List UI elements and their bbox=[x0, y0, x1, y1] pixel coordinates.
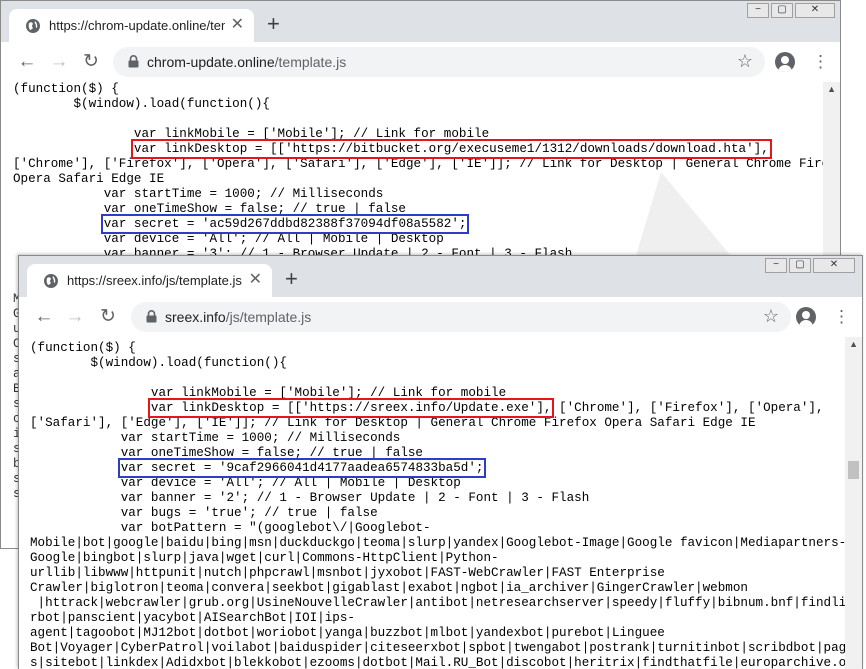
account-icon[interactable] bbox=[796, 307, 816, 327]
code-line: ['Chrome'], ['Firefox'], ['Opera'], bbox=[551, 401, 824, 415]
reload-icon[interactable]: ↻ bbox=[79, 50, 103, 74]
source-code: (function($) { $(window).load(function()… bbox=[30, 341, 862, 669]
plus-icon[interactable]: + bbox=[285, 268, 298, 290]
tab-strip: https://sreex.info/js/template.js ✕ + − … bbox=[19, 256, 862, 297]
lock-icon bbox=[128, 55, 139, 68]
address-bar[interactable]: chrom-update.online/template.js ☆ bbox=[113, 47, 765, 77]
account-icon[interactable] bbox=[775, 52, 795, 72]
arrow-left-icon[interactable]: ← bbox=[32, 305, 56, 329]
scroll-thumb[interactable] bbox=[848, 461, 859, 479]
code-line: ['Safari'], ['Edge'], ['IE']]; // Link f… bbox=[30, 416, 756, 430]
code-line: |httrack|webcrawler|grub.org|UsineNouvel… bbox=[30, 596, 862, 610]
reload-icon[interactable]: ↻ bbox=[96, 305, 120, 329]
code-line: rbot|panscient|yacybot|AISearchBot|IOI|i… bbox=[30, 611, 355, 625]
page-content: (function($) { $(window).load(function()… bbox=[19, 337, 862, 669]
toolbar: ← → ↻ sreex.info/js/template.js ☆ ⋮ bbox=[19, 297, 862, 338]
code-line: (function($) { bbox=[13, 82, 119, 96]
url-text: sreex.info/js/template.js bbox=[165, 309, 312, 325]
close-tab-icon[interactable]: ✕ bbox=[231, 16, 244, 34]
tab-chrom-update[interactable]: https://chrom-update.online/template.js … bbox=[9, 9, 254, 42]
scrollbar[interactable]: ▲ bbox=[845, 337, 862, 669]
highlighted-secret: var secret = '9caf2966041d4177aadea65748… bbox=[117, 458, 487, 478]
star-icon[interactable]: ☆ bbox=[763, 306, 779, 327]
code-line: urllib|libwww|httpunit|nutch|phpcrawl|ms… bbox=[30, 566, 665, 580]
kebab-menu-icon[interactable]: ⋮ bbox=[812, 52, 829, 72]
arrow-left-icon[interactable]: ← bbox=[15, 50, 39, 74]
code-line: var linkMobile = ['Mobile']; // Link for… bbox=[13, 127, 490, 141]
lock-icon bbox=[146, 310, 157, 323]
highlighted-link-desktop: var linkDesktop = [['https://sreex.info/… bbox=[147, 398, 555, 418]
code-line: $(window).load(function(){ bbox=[30, 356, 287, 370]
code-line: Google|bingbot|slurp|java|wget|curl|Comm… bbox=[30, 551, 499, 565]
plus-icon[interactable]: + bbox=[267, 13, 280, 35]
arrow-right-icon[interactable]: → bbox=[47, 50, 71, 74]
url-text: chrom-update.online/template.js bbox=[147, 54, 347, 70]
scroll-up-arrow-icon[interactable]: ▲ bbox=[827, 84, 836, 94]
code-line: ['Chrome'], ['Firefox'], ['Opera'], ['Sa… bbox=[13, 157, 840, 171]
tab-strip: https://chrom-update.online/template.js … bbox=[1, 1, 840, 42]
tab-title: https://chrom-update.online/template.js bbox=[49, 18, 225, 33]
minimize-button[interactable]: − bbox=[765, 258, 787, 273]
code-line: Opera Safari Edge IE bbox=[13, 172, 165, 186]
kebab-menu-icon[interactable]: ⋮ bbox=[833, 307, 850, 327]
code-line: $(window).load(function(){ bbox=[13, 97, 270, 111]
tab-sreex[interactable]: https://sreex.info/js/template.js ✕ bbox=[27, 264, 272, 297]
globe-icon bbox=[26, 19, 40, 33]
code-line: Crawler|biglotron|teoma|convera|seekbot|… bbox=[30, 581, 748, 595]
close-window-button[interactable]: ✕ bbox=[813, 258, 855, 273]
code-line: var botPattern = "(googlebot\/|Googlebot… bbox=[30, 521, 431, 535]
code-line: var oneTimeShow = false; // true | false bbox=[13, 202, 406, 216]
globe-icon bbox=[44, 274, 58, 288]
code-line: (function($) { bbox=[30, 341, 136, 355]
highlighted-link-desktop: var linkDesktop = [['https://bitbucket.o… bbox=[130, 139, 772, 159]
code-line: var linkMobile = ['Mobile']; // Link for… bbox=[30, 386, 507, 400]
toolbar: ← → ↻ chrom-update.online/template.js ☆ … bbox=[1, 42, 840, 83]
star-icon[interactable]: ☆ bbox=[737, 51, 753, 72]
code-line: var startTime = 1000; // Milliseconds bbox=[13, 187, 384, 201]
close-window-button[interactable]: ✕ bbox=[795, 3, 835, 18]
minimize-button[interactable]: − bbox=[747, 3, 769, 18]
highlighted-secret: var secret = 'ac59d267ddbd82388f37094df0… bbox=[100, 214, 470, 234]
address-bar[interactable]: sreex.info/js/template.js ☆ bbox=[131, 302, 791, 332]
code-line: s|sitebot|linkdex|Adidxbot|blekkobot|ezo… bbox=[30, 656, 862, 669]
close-tab-icon[interactable]: ✕ bbox=[249, 271, 262, 289]
source-code: (function($) { $(window).load(function()… bbox=[13, 82, 840, 262]
code-line: var banner = '2'; // 1 - Browser Update … bbox=[30, 491, 590, 505]
code-line: var oneTimeShow = false; // true | false bbox=[30, 446, 423, 460]
browser-window-sreex: https://sreex.info/js/template.js ✕ + − … bbox=[18, 255, 863, 669]
code-line: agent|tagoobot|MJ12bot|dotbot|woriobot|y… bbox=[30, 626, 665, 640]
code-line: var bugs = 'true'; // true | false bbox=[30, 506, 378, 520]
maximize-button[interactable]: ▢ bbox=[789, 258, 811, 273]
code-line: Bot|Voyager|CyberPatrol|voilabot|baidusp… bbox=[30, 641, 862, 655]
code-line: Mobile|bot|google|baidu|bing|msn|duckduc… bbox=[30, 536, 847, 550]
code-line: var device = 'All'; // All | Mobile | De… bbox=[13, 232, 444, 246]
tab-title: https://sreex.info/js/template.js bbox=[67, 273, 242, 288]
code-line: var startTime = 1000; // Milliseconds bbox=[30, 431, 401, 445]
maximize-button[interactable]: ▢ bbox=[771, 3, 793, 18]
arrow-right-icon[interactable]: → bbox=[63, 305, 87, 329]
code-line: var device = 'All'; // All | Mobile | De… bbox=[30, 476, 461, 490]
scroll-up-arrow-icon[interactable]: ▲ bbox=[849, 339, 858, 349]
